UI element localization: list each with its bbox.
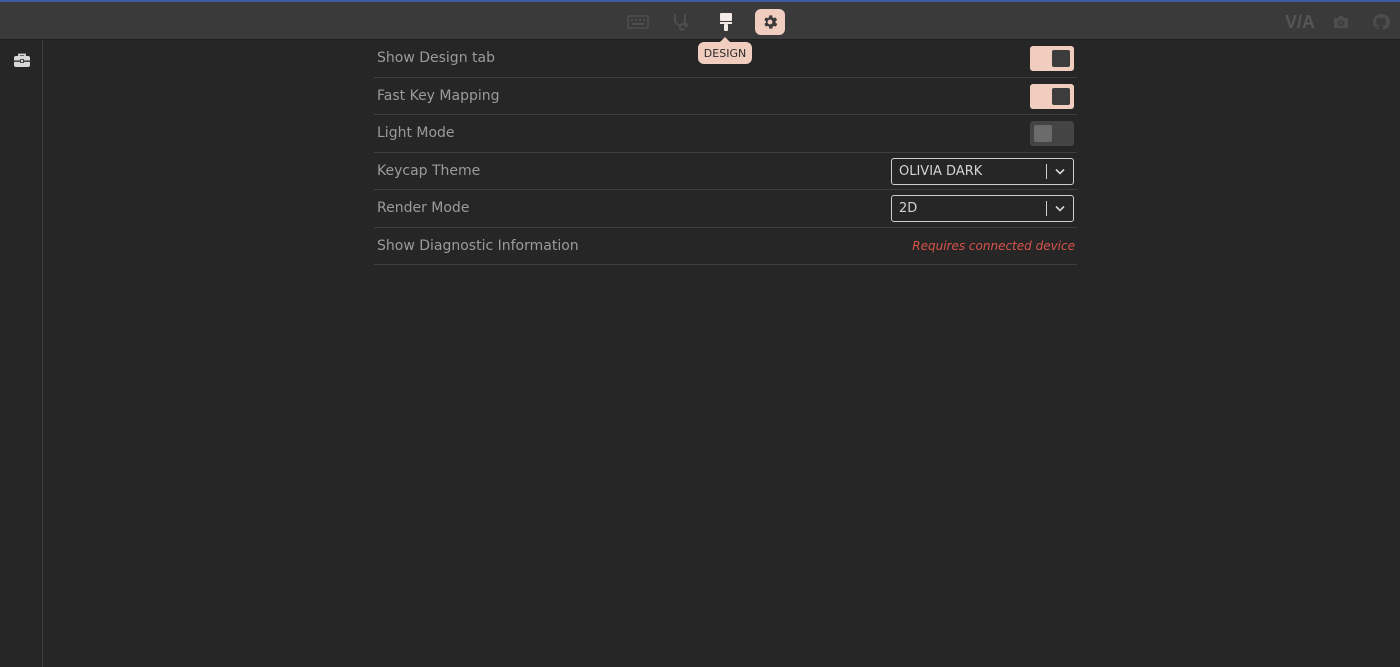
setting-row-render-mode: Render Mode 2D [374, 190, 1077, 228]
setting-row-keycap-theme: Keycap Theme OLIVIA DARK [374, 153, 1077, 190]
chevron-down-icon[interactable] [1053, 164, 1067, 179]
toggle-knob [1052, 50, 1070, 67]
sidebar [0, 40, 43, 667]
light-mode-toggle[interactable] [1030, 121, 1074, 146]
chevron-down-icon[interactable] [1053, 201, 1067, 216]
setting-row-show-design-tab: Show Design tab [374, 40, 1077, 78]
github-icon[interactable] [1371, 10, 1391, 34]
via-logo[interactable]: V/A [1284, 10, 1316, 34]
setting-label: Light Mode [377, 125, 455, 142]
settings-panel: Show Design tab Fast Key Mapping Light M… [374, 40, 1077, 265]
select-value: 2D [899, 201, 918, 216]
setting-label: Show Diagnostic Information [377, 237, 579, 254]
setting-row-fast-key-mapping: Fast Key Mapping [374, 78, 1077, 115]
camera-icon[interactable] [1331, 10, 1351, 34]
stethoscope-icon[interactable] [666, 9, 696, 35]
select-separator [1046, 201, 1047, 216]
top-nav-bar: V/A [0, 0, 1400, 40]
setting-label: Render Mode [377, 200, 470, 217]
keyboard-icon[interactable] [623, 9, 653, 35]
gear-icon[interactable] [755, 9, 785, 35]
setting-row-light-mode: Light Mode [374, 115, 1077, 153]
setting-label: Fast Key Mapping [377, 87, 500, 104]
fast-key-mapping-toggle[interactable] [1030, 83, 1074, 109]
toolbox-icon[interactable] [12, 52, 32, 68]
setting-label: Keycap Theme [377, 162, 481, 179]
setting-row-diagnostic: Show Diagnostic Information Requires con… [374, 228, 1077, 265]
select-separator [1046, 163, 1047, 179]
toggle-knob [1052, 87, 1070, 105]
show-design-tab-toggle[interactable] [1030, 46, 1074, 71]
keycap-theme-select[interactable]: OLIVIA DARK [891, 157, 1074, 185]
toggle-knob [1034, 125, 1052, 142]
setting-label: Show Design tab [377, 50, 495, 67]
render-mode-select[interactable]: 2D [891, 195, 1074, 222]
brush-icon[interactable] [711, 9, 741, 35]
select-value: OLIVIA DARK [899, 163, 983, 179]
requires-device-warning: Requires connected device [912, 238, 1075, 253]
